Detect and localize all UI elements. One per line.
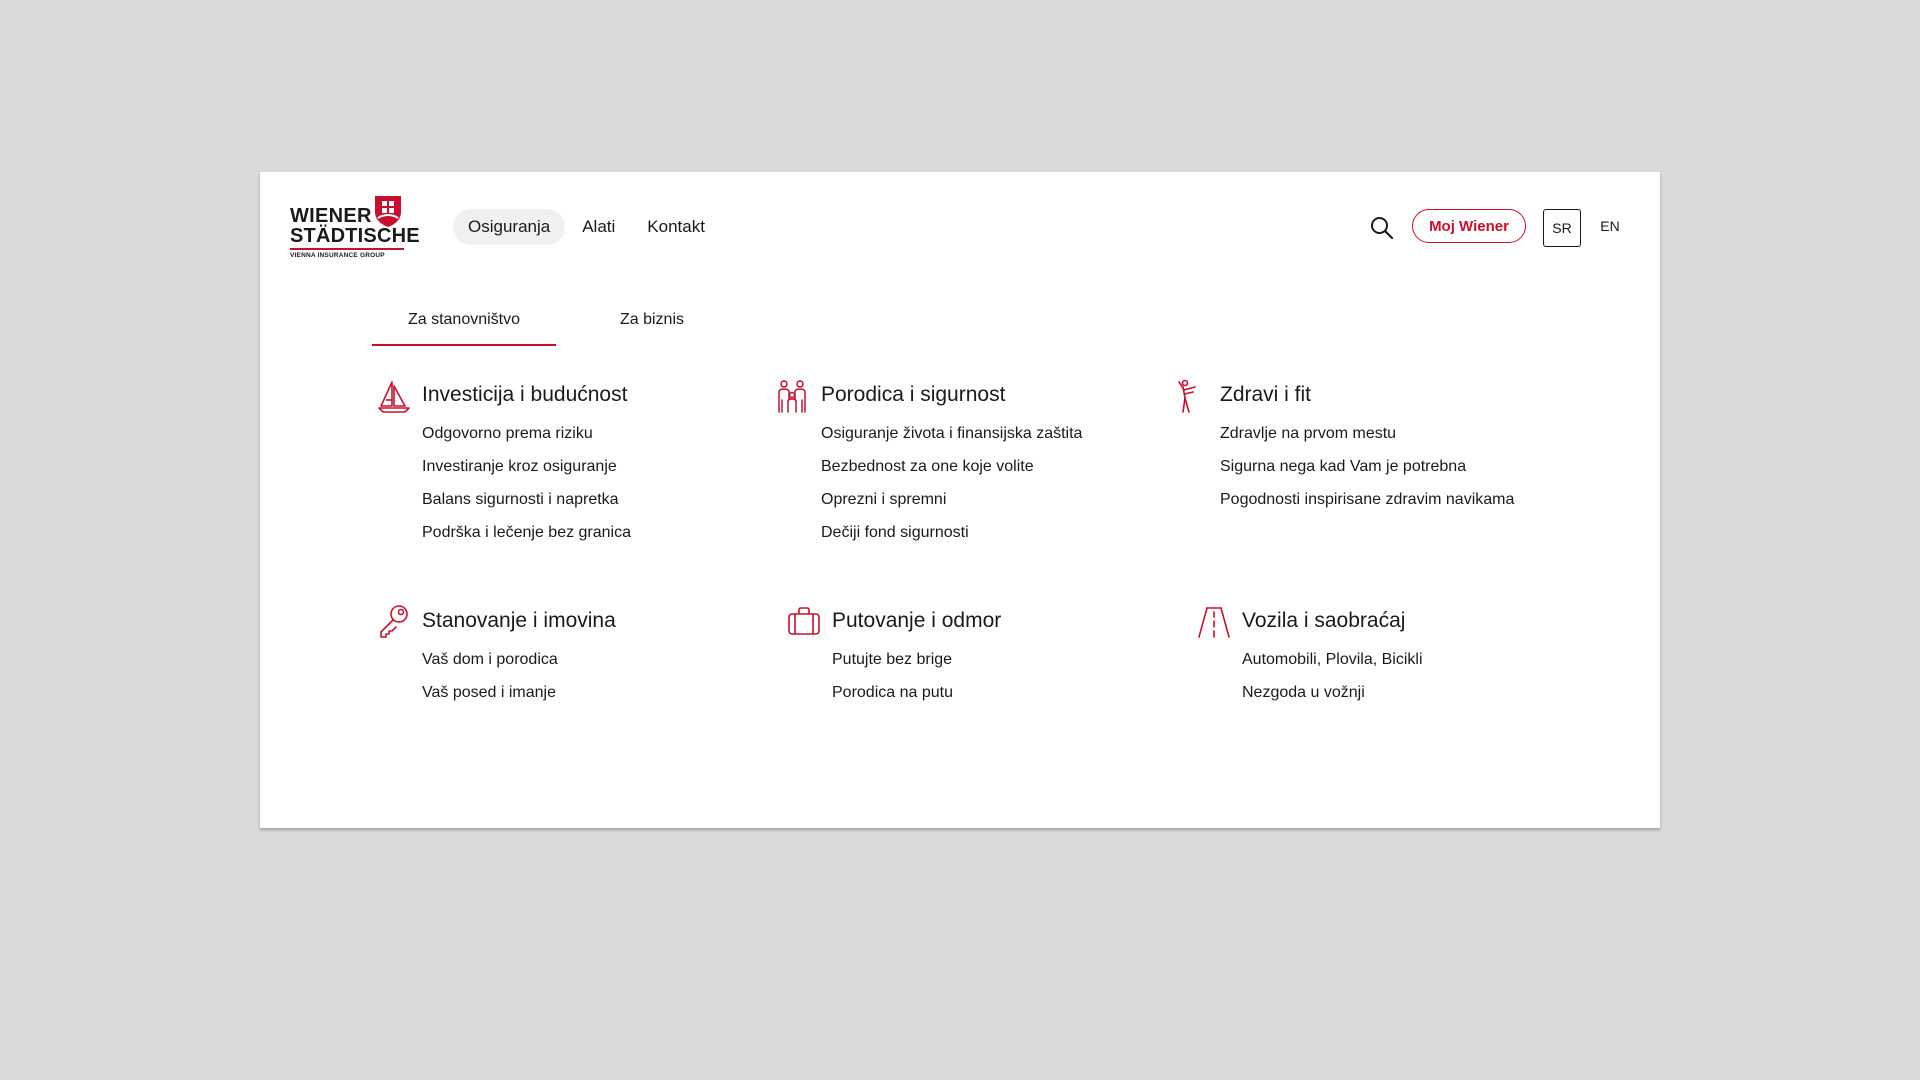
nav-item-alati[interactable]: Alati <box>567 209 630 245</box>
active-tab-indicator <box>372 344 556 346</box>
category-links: Vaš dom i porodica Vaš posed i imanje <box>422 643 558 709</box>
logo-emblem-icon <box>375 196 401 227</box>
category-link[interactable]: Sigurna nega kad Vam je potrebna <box>1220 450 1514 483</box>
key-icon <box>380 605 408 638</box>
category-link[interactable]: Porodica na putu <box>832 676 953 709</box>
category-link[interactable]: Putujte bez brige <box>832 643 953 676</box>
category-link[interactable]: Balans sigurnosti i napretka <box>422 483 631 516</box>
nav-item-osiguranja[interactable]: Osiguranja <box>453 209 566 245</box>
category-link[interactable]: Vaš dom i porodica <box>422 643 558 676</box>
road-icon <box>1198 607 1230 638</box>
logo-text-line2: STÄDTISCHE <box>290 225 420 247</box>
category-title[interactable]: Putovanje i odmor <box>832 609 1001 633</box>
category-links: Automobili, Plovila, Bicikli Nezgoda u v… <box>1242 643 1423 709</box>
brand-logo[interactable]: WIENER STÄDTISCHE VIENNA INSURANCE GROUP <box>290 194 420 266</box>
category-link[interactable]: Investiranje kroz osiguranje <box>422 450 631 483</box>
logo-text-line1: WIENER <box>290 205 372 227</box>
category-link[interactable]: Vaš posed i imanje <box>422 676 558 709</box>
category-title[interactable]: Stanovanje i imovina <box>422 609 616 633</box>
category-links: Putujte bez brige Porodica na putu <box>832 643 953 709</box>
suitcase-icon <box>788 607 820 635</box>
category-link[interactable]: Odgovorno prema riziku <box>422 417 631 450</box>
category-title[interactable]: Investicija i budućnost <box>422 383 627 407</box>
fitness-icon <box>1178 379 1196 413</box>
category-link[interactable]: Bezbednost za one koje volite <box>821 450 1082 483</box>
category-link[interactable]: Pogodnosti inspirisane zdravim navikama <box>1220 483 1514 516</box>
category-link[interactable]: Podrška i lečenje bez granica <box>422 516 631 549</box>
category-links: Zdravlje na prvom mestu Sigurna nega kad… <box>1220 417 1514 516</box>
nav-item-kontakt[interactable]: Kontakt <box>632 209 720 245</box>
search-icon[interactable] <box>1369 215 1395 241</box>
category-title[interactable]: Porodica i sigurnost <box>821 383 1005 407</box>
language-sr-button[interactable]: SR <box>1543 209 1581 247</box>
family-icon <box>778 380 806 413</box>
category-links: Odgovorno prema riziku Investiranje kroz… <box>422 417 631 549</box>
category-link[interactable]: Dečiji fond sigurnosti <box>821 516 1082 549</box>
category-links: Osiguranje života i finansijska zaštita … <box>821 417 1082 549</box>
main-nav: Osiguranja Alati Kontakt <box>453 209 720 245</box>
moj-wiener-button[interactable]: Moj Wiener <box>1412 209 1526 243</box>
category-link[interactable]: Oprezni i spremni <box>821 483 1082 516</box>
category-title[interactable]: Zdravi i fit <box>1220 383 1311 407</box>
category-link[interactable]: Osiguranje života i finansijska zaštita <box>821 417 1082 450</box>
logo-divider <box>290 248 404 250</box>
category-link[interactable]: Automobili, Plovila, Bicikli <box>1242 643 1423 676</box>
logo-tagline: VIENNA INSURANCE GROUP <box>290 252 385 259</box>
category-title[interactable]: Vozila i saobraćaj <box>1242 609 1405 633</box>
language-en-button[interactable]: EN <box>1591 209 1629 243</box>
tab-za-stanovnistvo[interactable]: Za stanovništvo <box>372 311 556 329</box>
category-link[interactable]: Zdravlje na prvom mestu <box>1220 417 1514 450</box>
category-link[interactable]: Nezgoda u vožnji <box>1242 676 1423 709</box>
sailboat-icon <box>378 381 410 413</box>
tab-za-biznis[interactable]: Za biznis <box>560 311 744 329</box>
mega-menu-panel: WIENER STÄDTISCHE VIENNA INSURANCE GROUP… <box>260 172 1660 828</box>
